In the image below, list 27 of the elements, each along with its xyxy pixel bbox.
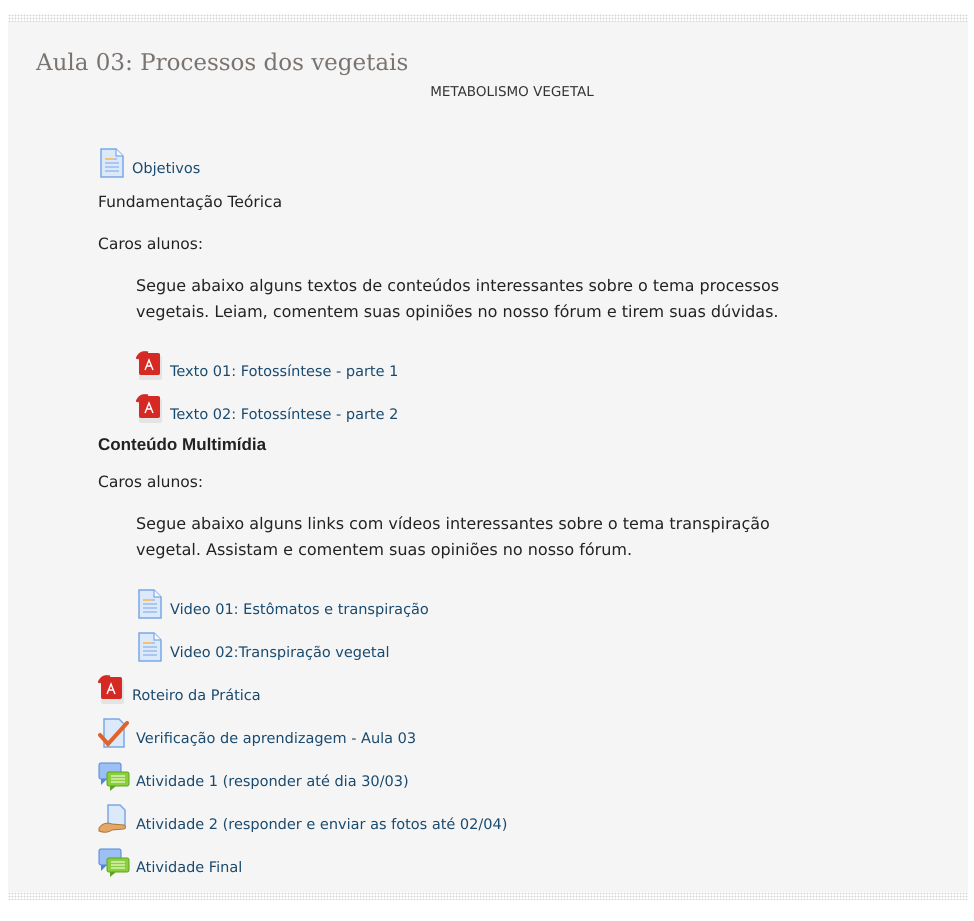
section-heading: Conteúdo Multimídia — [98, 435, 266, 455]
activity-link[interactable]: Video 01: Estômatos e transpiração — [170, 601, 429, 619]
pdf-icon — [136, 351, 164, 381]
chat-bubbles-icon — [98, 847, 130, 877]
activity-link[interactable]: Texto 01: Fotossíntese - parte 1 — [170, 363, 398, 381]
intro-paragraph: Segue abaixo alguns links com vídeos interessantes sobre o tema transpiração vegetal. Assistam e comentem suas opiniões no nosso fórum. — [136, 513, 771, 561]
label-text: Caros alunos: — [98, 472, 204, 492]
activity-link[interactable]: Atividade Final — [136, 859, 242, 877]
activity-link[interactable]: Atividade 1 (responder até dia 30/03) — [136, 773, 409, 791]
activity-link[interactable]: Atividade 2 (responder e enviar as fotos até 02/04) — [136, 816, 508, 834]
section-title: Aula 03: Processos dos vegetais — [36, 50, 408, 76]
document-icon — [98, 148, 126, 178]
activity-link[interactable]: Video 02:Transpiração vegetal — [170, 644, 390, 662]
label-text: Fundamentação Teórica — [98, 192, 282, 212]
intro-paragraph: Segue abaixo alguns textos de conteúdos interessantes sobre o tema processos vegetais. Leiam, comentem suas opiniões no nosso fórum e tirem suas dúvidas. — [136, 275, 780, 323]
activity-link[interactable]: Roteiro da Prática — [132, 687, 261, 705]
label-text: Caros alunos: — [98, 234, 204, 254]
document-icon — [136, 589, 164, 619]
pdf-icon — [98, 675, 126, 705]
pdf-icon — [136, 394, 164, 424]
activity-link[interactable]: Verificação de aprendizagem - Aula 03 — [136, 730, 416, 748]
document-icon — [136, 632, 164, 662]
activity-link[interactable]: Objetivos — [132, 160, 200, 178]
activity-link[interactable]: Texto 02: Fotossíntese - parte 2 — [170, 406, 398, 424]
chat-bubbles-icon — [98, 761, 130, 791]
section-subtitle: METABOLISMO VEGETAL — [430, 84, 594, 100]
checkmark-document-icon — [98, 718, 130, 748]
